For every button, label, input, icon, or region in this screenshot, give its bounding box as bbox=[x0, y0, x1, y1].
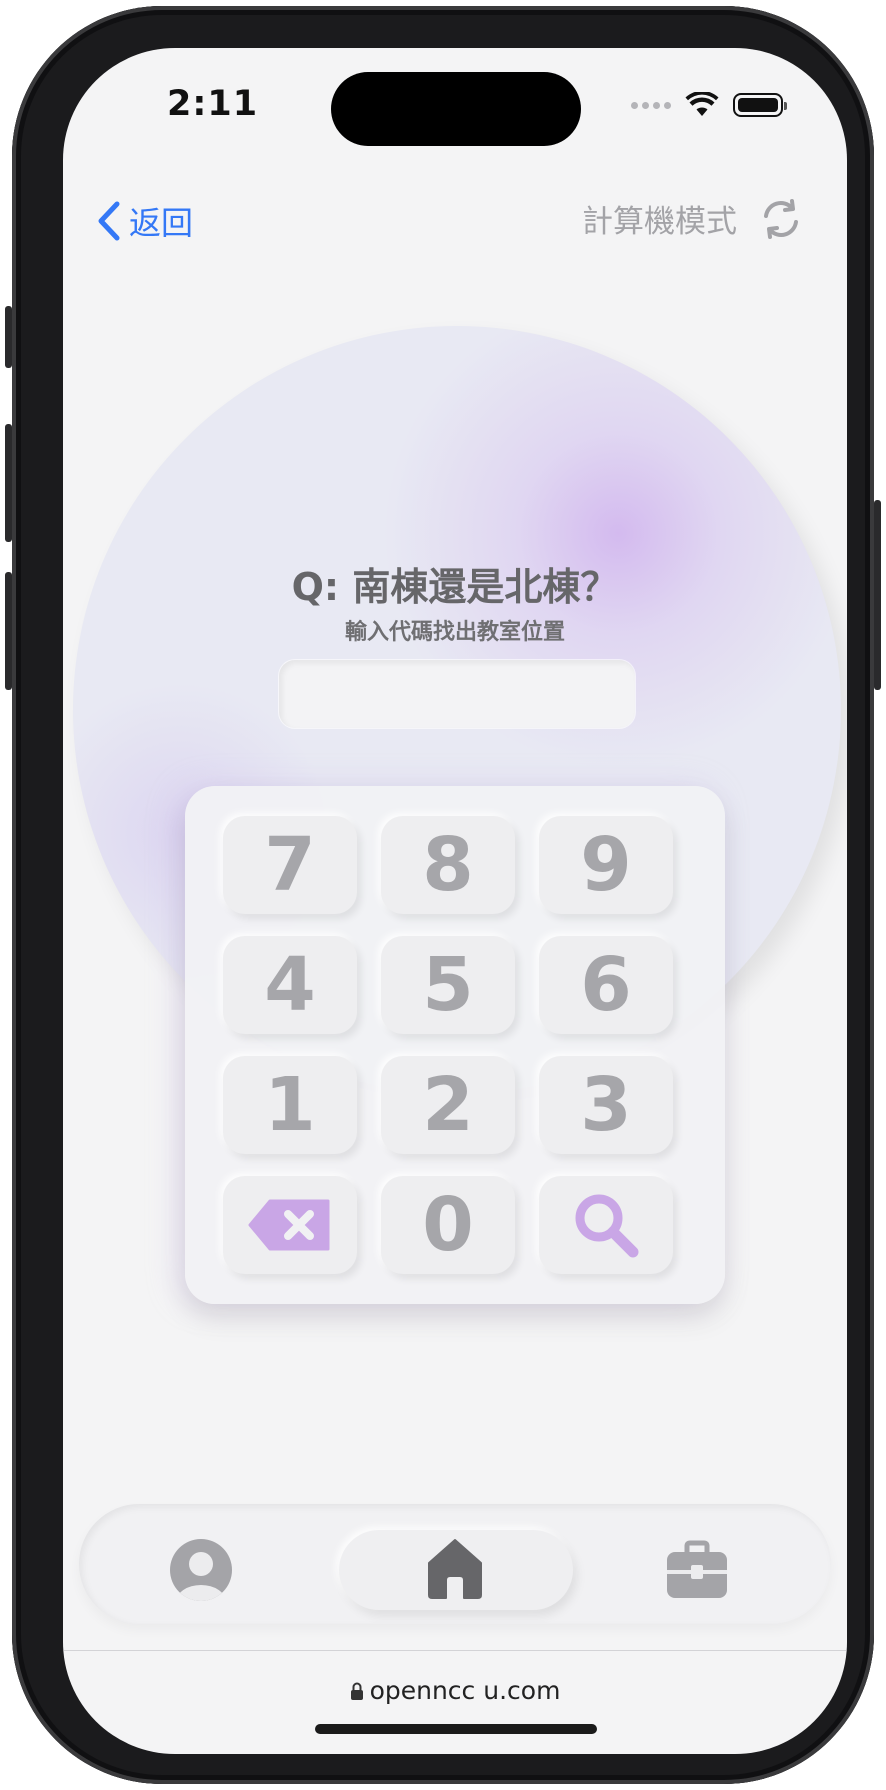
key-1[interactable]: 1 bbox=[223, 1056, 357, 1154]
url-text: openncc u.com bbox=[369, 1676, 561, 1705]
signal-dots-icon bbox=[631, 101, 671, 109]
key-7[interactable]: 7 bbox=[223, 816, 357, 914]
question-subtitle: 輸入代碼找出教室位置 bbox=[344, 620, 565, 645]
home-indicator bbox=[315, 1724, 597, 1734]
wifi-icon bbox=[685, 92, 719, 116]
lock-icon bbox=[350, 1682, 363, 1700]
calculator-mode-label: 計算機模式 bbox=[582, 204, 737, 240]
search-key[interactable] bbox=[539, 1176, 673, 1274]
backspace-icon bbox=[248, 1199, 330, 1251]
tab-home[interactable] bbox=[427, 1538, 483, 1600]
volume-up-button bbox=[5, 424, 12, 542]
battery-icon bbox=[733, 93, 787, 117]
keypad: 7 8 9 4 5 6 1 2 3 0 bbox=[185, 786, 725, 1304]
power-button bbox=[874, 500, 881, 690]
home-icon bbox=[428, 1539, 482, 1599]
delete-key[interactable] bbox=[223, 1176, 357, 1274]
action-button bbox=[5, 306, 12, 368]
dynamic-island bbox=[331, 72, 581, 146]
screen: 2:11 返回 計算機模式 Q: 南棟還是北棟？ 輸入代碼找出教室位置 7 8 … bbox=[63, 48, 847, 1754]
status-indicators bbox=[631, 92, 787, 118]
search-icon bbox=[575, 1194, 639, 1258]
briefcase-icon bbox=[667, 1540, 727, 1598]
profile-icon bbox=[170, 1539, 232, 1601]
key-8[interactable]: 8 bbox=[381, 816, 515, 914]
tab-profile[interactable] bbox=[167, 1536, 235, 1604]
key-9[interactable]: 9 bbox=[539, 816, 673, 914]
volume-down-button bbox=[5, 572, 12, 690]
key-6[interactable]: 6 bbox=[539, 936, 673, 1034]
url-bar[interactable]: openncc u.com bbox=[63, 1676, 847, 1705]
key-0[interactable]: 0 bbox=[381, 1176, 515, 1274]
calculator-mode-toggle[interactable]: 計算機模式 bbox=[582, 196, 803, 241]
key-5[interactable]: 5 bbox=[381, 936, 515, 1034]
tab-toolbox[interactable] bbox=[665, 1540, 729, 1600]
phone-frame: 2:11 返回 計算機模式 Q: 南棟還是北棟？ 輸入代碼找出教室位置 7 8 … bbox=[5, 6, 881, 1784]
back-button[interactable]: 返回 bbox=[97, 198, 193, 244]
key-4[interactable]: 4 bbox=[223, 936, 357, 1034]
room-code-input[interactable] bbox=[279, 660, 635, 728]
chevron-left-icon bbox=[98, 201, 120, 241]
key-3[interactable]: 3 bbox=[539, 1056, 673, 1154]
question-title: Q: 南棟還是北棟？ bbox=[291, 565, 619, 609]
status-time: 2:11 bbox=[167, 84, 259, 124]
toolbar-divider bbox=[63, 1650, 847, 1651]
swap-icon bbox=[764, 198, 798, 239]
key-2[interactable]: 2 bbox=[381, 1056, 515, 1154]
back-label: 返回 bbox=[129, 204, 194, 242]
